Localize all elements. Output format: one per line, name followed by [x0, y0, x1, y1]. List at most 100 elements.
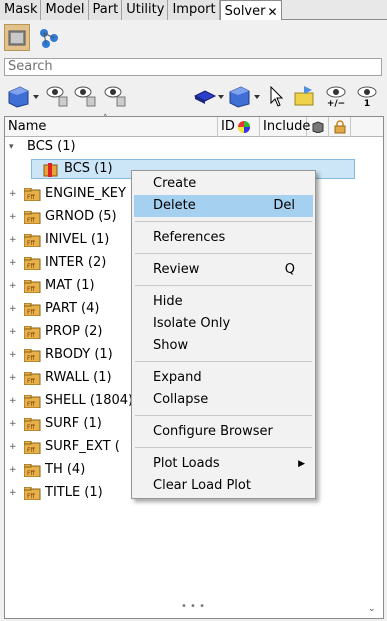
expand-icon[interactable]: + — [9, 253, 21, 273]
menu-item-review[interactable]: Review Q — [134, 259, 313, 281]
expand-icon[interactable]: + — [9, 414, 21, 434]
tree-label: GRNOD (5) — [45, 209, 117, 224]
folder-icon: Fff — [24, 441, 41, 454]
svg-text:Fff: Fff — [27, 378, 35, 385]
expand-icon[interactable]: + — [9, 230, 21, 250]
menu-item-isolate-only[interactable]: Isolate Only — [134, 313, 313, 335]
column-header: Name ˄ ID Include — [5, 114, 383, 137]
show-one-button[interactable]: 1 — [354, 82, 380, 112]
tree-label: INIVEL (1) — [45, 232, 110, 247]
pick-button[interactable] — [266, 84, 288, 110]
entity-type-dropdown[interactable] — [227, 83, 261, 109]
display-mode-dropdown[interactable] — [193, 83, 225, 109]
isolate-button[interactable] — [103, 83, 127, 109]
scroll-down-icon[interactable]: ⌄ — [368, 604, 382, 618]
menu-separator — [135, 415, 312, 416]
show-selected-button[interactable] — [73, 83, 97, 109]
delete-shortcut: Del — [273, 198, 295, 213]
tab-import[interactable]: Import — [168, 0, 220, 20]
context-menu: Create Delete Del References Review Q Hide… — [131, 170, 316, 499]
svg-text:Fff: Fff — [27, 355, 35, 362]
expand-icon[interactable]: + — [9, 437, 21, 457]
expand-icon[interactable]: + — [9, 299, 21, 319]
tree-label: SURF_EXT ( — [45, 439, 120, 454]
folder-icon: Fff — [24, 349, 41, 362]
eye-icon — [74, 86, 96, 107]
menu-separator — [135, 447, 312, 448]
entity-toolbar: +/− 1 — [0, 80, 387, 114]
tree-label: BCS (1) — [64, 161, 113, 176]
expand-icon[interactable]: + — [9, 276, 21, 296]
expand-icon[interactable]: + — [9, 207, 21, 227]
tree-view-button[interactable] — [36, 24, 62, 51]
column-include[interactable]: Include — [260, 117, 310, 137]
column-name-label: Name — [8, 119, 47, 134]
menu-separator — [135, 361, 312, 362]
tree-label: RWALL (1) — [45, 370, 112, 385]
flat-view-button[interactable] — [4, 24, 30, 51]
menu-item-hide[interactable]: Hide — [134, 291, 313, 313]
color-wheel-icon — [238, 121, 250, 133]
menu-item-label: Isolate Only — [153, 316, 231, 331]
tree-label: INTER (2) — [45, 255, 107, 270]
menu-item-label: Plot Loads — [153, 456, 220, 471]
folder-icon: Fff — [24, 464, 41, 477]
menu-item-collapse[interactable]: Collapse — [134, 389, 313, 411]
menu-item-delete[interactable]: Delete Del — [134, 195, 313, 217]
search-input[interactable]: Search — [4, 58, 382, 76]
menu-item-create[interactable]: Create — [134, 173, 313, 195]
tree-row-bcs-folder[interactable]: ▾ BCS (1) — [5, 137, 383, 157]
folder-icon: Fff — [24, 372, 41, 385]
collapse-icon[interactable]: ▾ — [9, 137, 21, 157]
expand-icon[interactable]: + — [9, 391, 21, 411]
column-name[interactable]: Name ˄ — [5, 114, 218, 137]
resize-grip[interactable]: • • • — [4, 602, 382, 612]
menu-item-plot-loads[interactable]: Plot Loads ▶ — [134, 453, 313, 475]
column-shape[interactable] — [307, 117, 329, 137]
blue-cube-icon — [8, 86, 39, 108]
svg-text:Fff: Fff — [27, 447, 35, 454]
sort-up-icon: ˄ — [103, 114, 108, 124]
column-lock[interactable] — [329, 117, 351, 137]
tree-label: BCS (1) — [27, 139, 76, 154]
find-button[interactable] — [292, 83, 318, 109]
menu-item-expand[interactable]: Expand — [134, 367, 313, 389]
tab-model[interactable]: Model — [41, 0, 89, 20]
menu-item-label: Clear Load Plot — [153, 478, 251, 493]
boundary-condition-icon — [43, 163, 58, 177]
expand-icon[interactable]: + — [9, 368, 21, 388]
blue-cube-icon — [229, 86, 260, 108]
show-all-button[interactable] — [45, 83, 69, 109]
menu-item-configure-browser[interactable]: Configure Browser — [134, 421, 313, 443]
box-icon — [312, 121, 324, 133]
menu-separator — [135, 221, 312, 222]
menu-item-clear-load-plot[interactable]: Clear Load Plot — [134, 475, 313, 497]
eye-icon — [357, 86, 377, 98]
close-icon[interactable]: ✕ — [267, 6, 277, 18]
find-entity-icon — [294, 86, 314, 106]
tab-utility[interactable]: Utility — [122, 0, 169, 20]
expand-icon[interactable]: + — [9, 322, 21, 342]
tab-mask[interactable]: Mask — [0, 0, 42, 20]
solid-shape-icon — [193, 90, 224, 104]
svg-text:Fff: Fff — [27, 309, 35, 316]
svg-text:Fff: Fff — [27, 286, 35, 293]
cursor-icon — [270, 86, 284, 107]
entity-select-dropdown[interactable] — [6, 83, 40, 109]
eye-icon — [46, 86, 68, 107]
expand-icon[interactable]: + — [9, 483, 21, 503]
show-hide-toggle-button[interactable]: +/− — [323, 82, 349, 112]
submenu-arrow-icon: ▶ — [298, 459, 305, 469]
tab-solver[interactable]: Solver ✕ — [219, 0, 282, 21]
expand-icon[interactable]: + — [9, 460, 21, 480]
menu-item-references[interactable]: References — [134, 227, 313, 249]
expand-icon[interactable]: + — [9, 184, 21, 204]
menu-item-label: Collapse — [153, 392, 209, 407]
tab-part[interactable]: Part — [88, 0, 123, 20]
expand-icon[interactable]: + — [9, 345, 21, 365]
svg-text:Fff: Fff — [27, 217, 35, 224]
column-id[interactable]: ID — [218, 117, 260, 137]
folder-icon: Fff — [24, 326, 41, 339]
menu-item-label: Create — [153, 176, 197, 191]
menu-item-show[interactable]: Show — [134, 335, 313, 357]
